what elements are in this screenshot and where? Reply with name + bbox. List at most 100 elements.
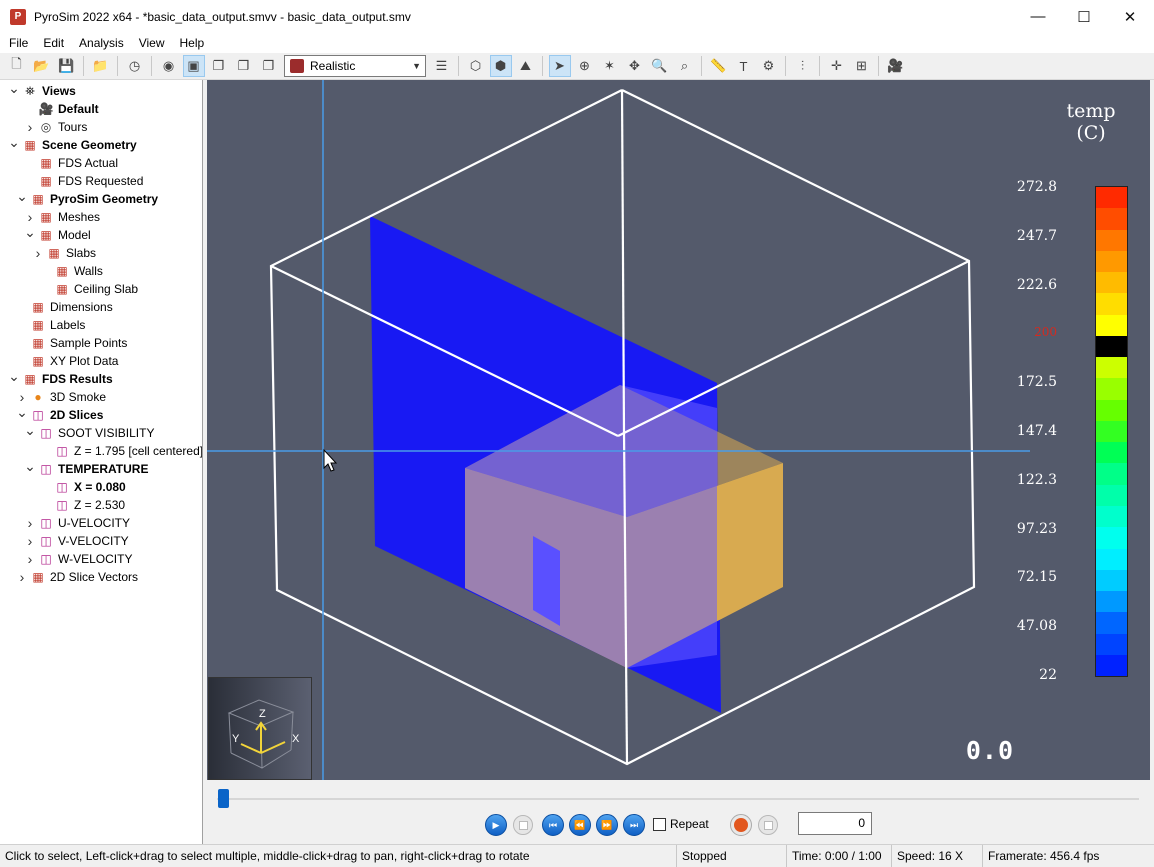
record-button[interactable]: [729, 813, 753, 837]
play-button[interactable]: ▶: [484, 813, 508, 837]
chevron-right-icon[interactable]: ›: [24, 551, 36, 567]
color-bar-segment: [1096, 399, 1127, 421]
skip-to-start-button[interactable]: ⏮: [541, 813, 565, 837]
repeat-checkbox[interactable]: [653, 817, 666, 831]
align-icon[interactable]: ⫶: [792, 55, 814, 77]
zoom-tool-icon[interactable]: 🔍: [649, 55, 671, 77]
chevron-right-icon[interactable]: ›: [24, 533, 36, 549]
tree-item[interactable]: ⌄ ▦ Model: [24, 224, 91, 244]
menu-analysis[interactable]: Analysis: [70, 36, 130, 50]
menu-bar: File Edit Analysis View Help: [0, 33, 1154, 53]
chevron-down-icon[interactable]: ⌄: [8, 368, 20, 385]
open-folder-icon[interactable]: 📂: [31, 55, 53, 77]
tree-item[interactable]: ▦ Labels: [16, 316, 85, 334]
tree-item[interactable]: ▦ Walls: [40, 262, 103, 280]
show-outline-icon[interactable]: ⬡: [465, 55, 487, 77]
tree-item[interactable]: › ◎ Tours: [24, 118, 88, 136]
frame-number-input[interactable]: 0: [798, 812, 872, 835]
menu-view[interactable]: View: [130, 36, 171, 50]
camera-record-icon[interactable]: 🎥: [885, 55, 907, 77]
settings-gear-icon[interactable]: ⚙: [758, 55, 780, 77]
step-back-button[interactable]: ⏪: [568, 813, 592, 837]
chevron-right-icon[interactable]: ›: [24, 515, 36, 531]
tree-item[interactable]: ▦ Sample Points: [16, 334, 127, 352]
open-results-icon[interactable]: 📁: [90, 55, 112, 77]
skip-to-end-button[interactable]: ⏭: [622, 813, 646, 837]
chevron-right-icon[interactable]: ›: [24, 119, 36, 135]
view-top-icon[interactable]: ❐: [258, 55, 280, 77]
chevron-down-icon[interactable]: ⌄: [24, 224, 36, 241]
select-tool-icon[interactable]: ➤: [548, 55, 571, 77]
tree-item[interactable]: ▦ XY Plot Data: [16, 352, 118, 370]
render-mode-dropdown[interactable]: Realistic ▼: [284, 55, 426, 77]
menu-edit[interactable]: Edit: [34, 36, 70, 50]
color-bar-segment: [1096, 612, 1127, 634]
tree-item[interactable]: ▦ FDS Requested: [24, 172, 143, 190]
repeat-toggle[interactable]: Repeat: [653, 817, 709, 831]
view-back-icon[interactable]: ❐: [208, 55, 230, 77]
menu-help[interactable]: Help: [171, 36, 211, 50]
chevron-down-icon[interactable]: ⌄: [24, 458, 36, 475]
tree-item[interactable]: ⌄ ▦ Scene Geometry: [8, 134, 137, 154]
chevron-right-icon[interactable]: ›: [32, 245, 44, 261]
tree-item[interactable]: ⌄ ◫ TEMPERATURE: [24, 458, 148, 478]
tree-item[interactable]: ▦ Ceiling Slab: [40, 280, 138, 298]
tree-item[interactable]: ◫ X = 0.080: [40, 478, 125, 496]
tree-item-label: Views: [42, 84, 76, 98]
minimize-button[interactable]: —: [1015, 0, 1061, 33]
snap-point-icon[interactable]: ✛: [826, 55, 848, 77]
3d-viewport[interactable]: Z Y X temp (C) 272.8 247.7 222.6 200 172.5 14…: [207, 80, 1150, 780]
legend-label: 147.4: [1016, 423, 1057, 439]
view-side-icon[interactable]: ❐: [233, 55, 255, 77]
show-textured-icon[interactable]: ⛰: [515, 55, 537, 77]
view-front-icon[interactable]: ▣: [182, 55, 205, 77]
tree-item[interactable]: ⌄ ◫ SOOT VISIBILITY: [24, 422, 154, 442]
measure-icon[interactable]: 📏: [708, 55, 730, 77]
snap-grid-icon[interactable]: ⊞: [851, 55, 873, 77]
menu-file[interactable]: File: [0, 36, 34, 50]
clock-icon[interactable]: ◷: [124, 55, 146, 77]
maximize-button[interactable]: ☐: [1061, 0, 1107, 33]
close-button[interactable]: ✕: [1107, 0, 1153, 33]
tree-item[interactable]: ⌄ ▦ PyroSim Geometry: [16, 188, 158, 208]
chevron-down-icon[interactable]: ⌄: [8, 134, 20, 151]
scene-canvas: [207, 80, 1030, 780]
chevron-down-icon[interactable]: ⌄: [16, 404, 28, 421]
chevron-down-icon[interactable]: ⌄: [24, 422, 36, 439]
time-slider-thumb[interactable]: [218, 789, 229, 808]
time-display: 0.0: [965, 736, 1014, 765]
tree-item[interactable]: › ▦ 2D Slice Vectors: [16, 568, 138, 586]
new-file-icon[interactable]: 🗋: [6, 55, 28, 77]
geometry-icon: ▦: [56, 282, 68, 296]
tree-item[interactable]: › ● 3D Smoke: [16, 388, 106, 406]
chevron-down-icon[interactable]: ⌄: [16, 188, 28, 205]
step-forward-button[interactable]: ⏩: [595, 813, 619, 837]
render-options-icon[interactable]: ☰: [431, 55, 453, 77]
tree-item[interactable]: › ▦ Slabs: [32, 244, 96, 262]
tree-item[interactable]: ◫ Z = 1.795 [cell centered]: [40, 442, 202, 460]
tree-item[interactable]: ◫ Z = 2.530: [40, 496, 125, 514]
tree-item[interactable]: ⌄ ▦ FDS Results: [8, 368, 113, 388]
reset-view-icon[interactable]: ◉: [158, 55, 180, 77]
zoom-box-icon[interactable]: ⌕: [674, 55, 696, 77]
tree-item[interactable]: › ◫ W-VELOCITY: [24, 550, 133, 568]
record-stop-button[interactable]: [756, 813, 780, 837]
time-slider-track[interactable]: [217, 798, 1139, 800]
tree-item-label: Default: [58, 102, 99, 116]
tree-item[interactable]: ⌄ ⛯ Views: [8, 80, 76, 100]
tree-item[interactable]: 🎥 Default: [24, 100, 99, 118]
tree-item[interactable]: › ◫ V-VELOCITY: [24, 532, 129, 550]
stop-button[interactable]: [511, 813, 535, 837]
text-tool-icon[interactable]: T: [733, 55, 755, 77]
show-solid-icon[interactable]: ⬢: [489, 55, 512, 77]
save-icon[interactable]: 💾: [56, 55, 78, 77]
tree-item[interactable]: ▦ Dimensions: [16, 298, 112, 316]
legend-label: 172.5: [1016, 374, 1057, 391]
tree-item[interactable]: ▦ FDS Actual: [24, 154, 118, 172]
orbit-tool-icon[interactable]: ⊕: [574, 55, 596, 77]
chevron-down-icon[interactable]: ⌄: [8, 80, 20, 97]
pan-tool-icon[interactable]: ✥: [624, 55, 646, 77]
chevron-right-icon[interactable]: ›: [16, 569, 28, 585]
tree-item[interactable]: › ◫ U-VELOCITY: [24, 514, 130, 532]
walk-tool-icon[interactable]: ✶: [599, 55, 621, 77]
